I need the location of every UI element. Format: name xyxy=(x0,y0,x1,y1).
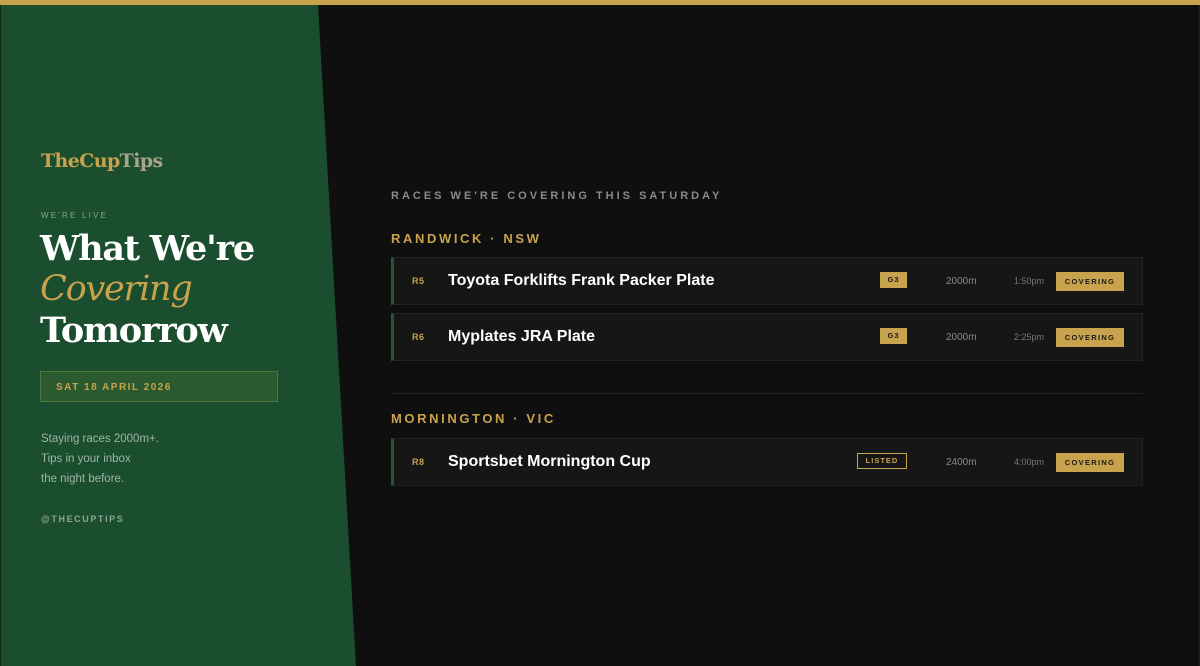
venue-header-randwick: RANDWICK · NSW xyxy=(391,231,1143,246)
sidebar-edge xyxy=(0,5,1,666)
date-badge: SAT 18 APRIL 2026 xyxy=(40,371,278,402)
race-row-r8[interactable]: R8 Sportsbet Mornington Cup LISTED 2400m… xyxy=(391,438,1143,486)
brand-logo[interactable]: TheCupTips xyxy=(41,150,163,172)
hero-line-3: Tomorrow xyxy=(40,310,228,351)
venue-name: RANDWICK · NSW xyxy=(391,231,556,246)
date-text: SAT 18 APRIL 2026 xyxy=(56,382,172,393)
social-handle-link[interactable]: @THECUPTIPS xyxy=(41,514,124,524)
race-row-r5[interactable]: R5 Toyota Forklifts Frank Packer Plate G… xyxy=(391,257,1143,305)
race-time: 4:00pm xyxy=(1014,457,1045,467)
race-time: 1:50pm xyxy=(1014,276,1045,286)
covering-badge: COVERING xyxy=(1056,328,1124,347)
blurb-line-2: Tips in your inbox xyxy=(41,453,131,465)
brand-name-part1: TheCup xyxy=(41,150,120,172)
race-time: 2:25pm xyxy=(1014,332,1045,342)
race-number: R8 xyxy=(412,457,425,467)
venue-header-mornington: MORNINGTON · VIC xyxy=(391,411,1143,426)
venue-divider xyxy=(391,393,1143,394)
race-title: Toyota Forklifts Frank Packer Plate xyxy=(448,272,715,289)
brand-name-part2: Tips xyxy=(119,150,164,172)
hero-line-1: What We're xyxy=(40,228,255,269)
page: TheCupTips WE'RE LIVE What We're Coverin… xyxy=(0,0,1200,666)
race-number: R6 xyxy=(412,332,425,342)
covering-badge: COVERING xyxy=(1056,272,1124,291)
hero-heading: What We're Covering Tomorrow xyxy=(40,228,255,351)
race-distance: 2400m xyxy=(946,457,977,468)
race-title: Sportsbet Mornington Cup xyxy=(448,453,651,470)
live-eyebrow: WE'RE LIVE xyxy=(41,211,109,220)
race-title: Myplates JRA Plate xyxy=(448,328,596,345)
blurb-line-3: the night before. xyxy=(41,473,125,485)
race-number: R5 xyxy=(412,276,425,286)
race-distance: 2000m xyxy=(946,332,977,343)
grade-badge: LISTED xyxy=(857,453,907,469)
hero-line-2: Covering xyxy=(40,269,193,309)
race-distance: 2000m xyxy=(946,276,977,287)
grade-badge: G3 xyxy=(880,272,907,288)
grade-badge: G3 xyxy=(880,328,907,344)
blurb: Staying races 2000m+. Tips in your inbox… xyxy=(41,429,159,489)
section-kicker: RACES WE'RE COVERING THIS SATURDAY xyxy=(391,190,723,202)
top-accent-bar xyxy=(0,0,1200,5)
blurb-line-1: Staying races 2000m+. xyxy=(41,433,159,445)
race-row-r6[interactable]: R6 Myplates JRA Plate G3 2000m 2:25pm CO… xyxy=(391,313,1143,361)
covering-badge: COVERING xyxy=(1056,453,1124,472)
venue-name: MORNINGTON · VIC xyxy=(391,411,570,426)
